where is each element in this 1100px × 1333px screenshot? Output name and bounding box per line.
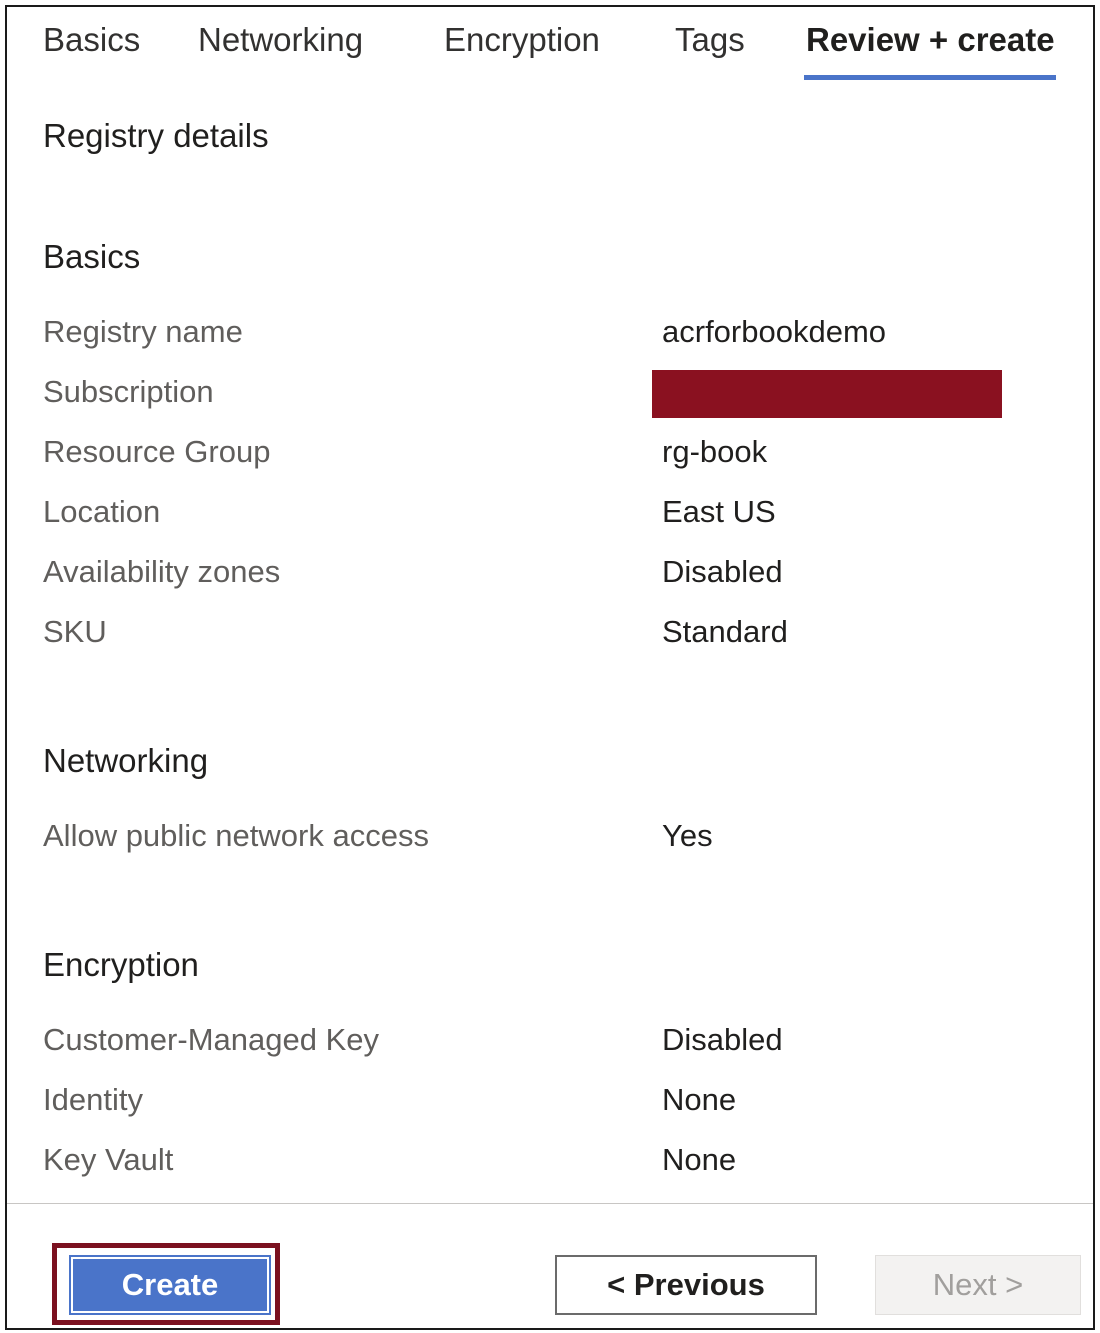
tab-tags[interactable]: Tags xyxy=(675,21,745,59)
value-resource-group: rg-book xyxy=(662,434,768,469)
label-subscription: Subscription xyxy=(43,374,214,409)
footer-divider xyxy=(7,1203,1093,1204)
tab-basics[interactable]: Basics xyxy=(43,21,140,59)
tab-review-create[interactable]: Review + create xyxy=(806,21,1055,59)
previous-button[interactable]: < Previous xyxy=(555,1255,817,1315)
label-customer-managed-key: Customer-Managed Key xyxy=(43,1022,379,1057)
section-title-networking: Networking xyxy=(43,742,209,779)
value-availability-zones: Disabled xyxy=(662,554,783,589)
label-resource-group: Resource Group xyxy=(43,434,271,469)
page-title: Registry details xyxy=(43,117,269,154)
label-location: Location xyxy=(43,494,161,529)
value-customer-managed-key: Disabled xyxy=(662,1022,783,1057)
label-availability-zones: Availability zones xyxy=(43,554,281,589)
label-sku: SKU xyxy=(43,614,107,649)
section-title-basics: Basics xyxy=(43,238,141,275)
value-location: East US xyxy=(662,494,776,529)
create-button[interactable]: Create xyxy=(69,1255,271,1315)
tab-networking[interactable]: Networking xyxy=(198,21,363,59)
label-public-network-access: Allow public network access xyxy=(43,818,429,853)
review-create-panel: Basics Networking Encryption Tags Review… xyxy=(5,5,1095,1330)
tab-encryption[interactable]: Encryption xyxy=(444,21,600,59)
section-title-encryption: Encryption xyxy=(43,946,199,983)
value-registry-name: acrforbookdemo xyxy=(662,314,887,349)
value-sku: Standard xyxy=(662,614,788,649)
active-tab-indicator xyxy=(804,75,1056,80)
tab-bar: Basics Networking Encryption Tags Review… xyxy=(7,7,1093,87)
value-key-vault: None xyxy=(662,1142,737,1177)
value-identity: None xyxy=(662,1082,737,1117)
value-subscription-redacted xyxy=(652,370,1002,418)
label-identity: Identity xyxy=(43,1082,143,1117)
label-registry-name: Registry name xyxy=(43,314,243,349)
label-key-vault: Key Vault xyxy=(43,1142,174,1177)
next-button[interactable]: Next > xyxy=(875,1255,1081,1315)
value-public-network-access: Yes xyxy=(662,818,713,853)
